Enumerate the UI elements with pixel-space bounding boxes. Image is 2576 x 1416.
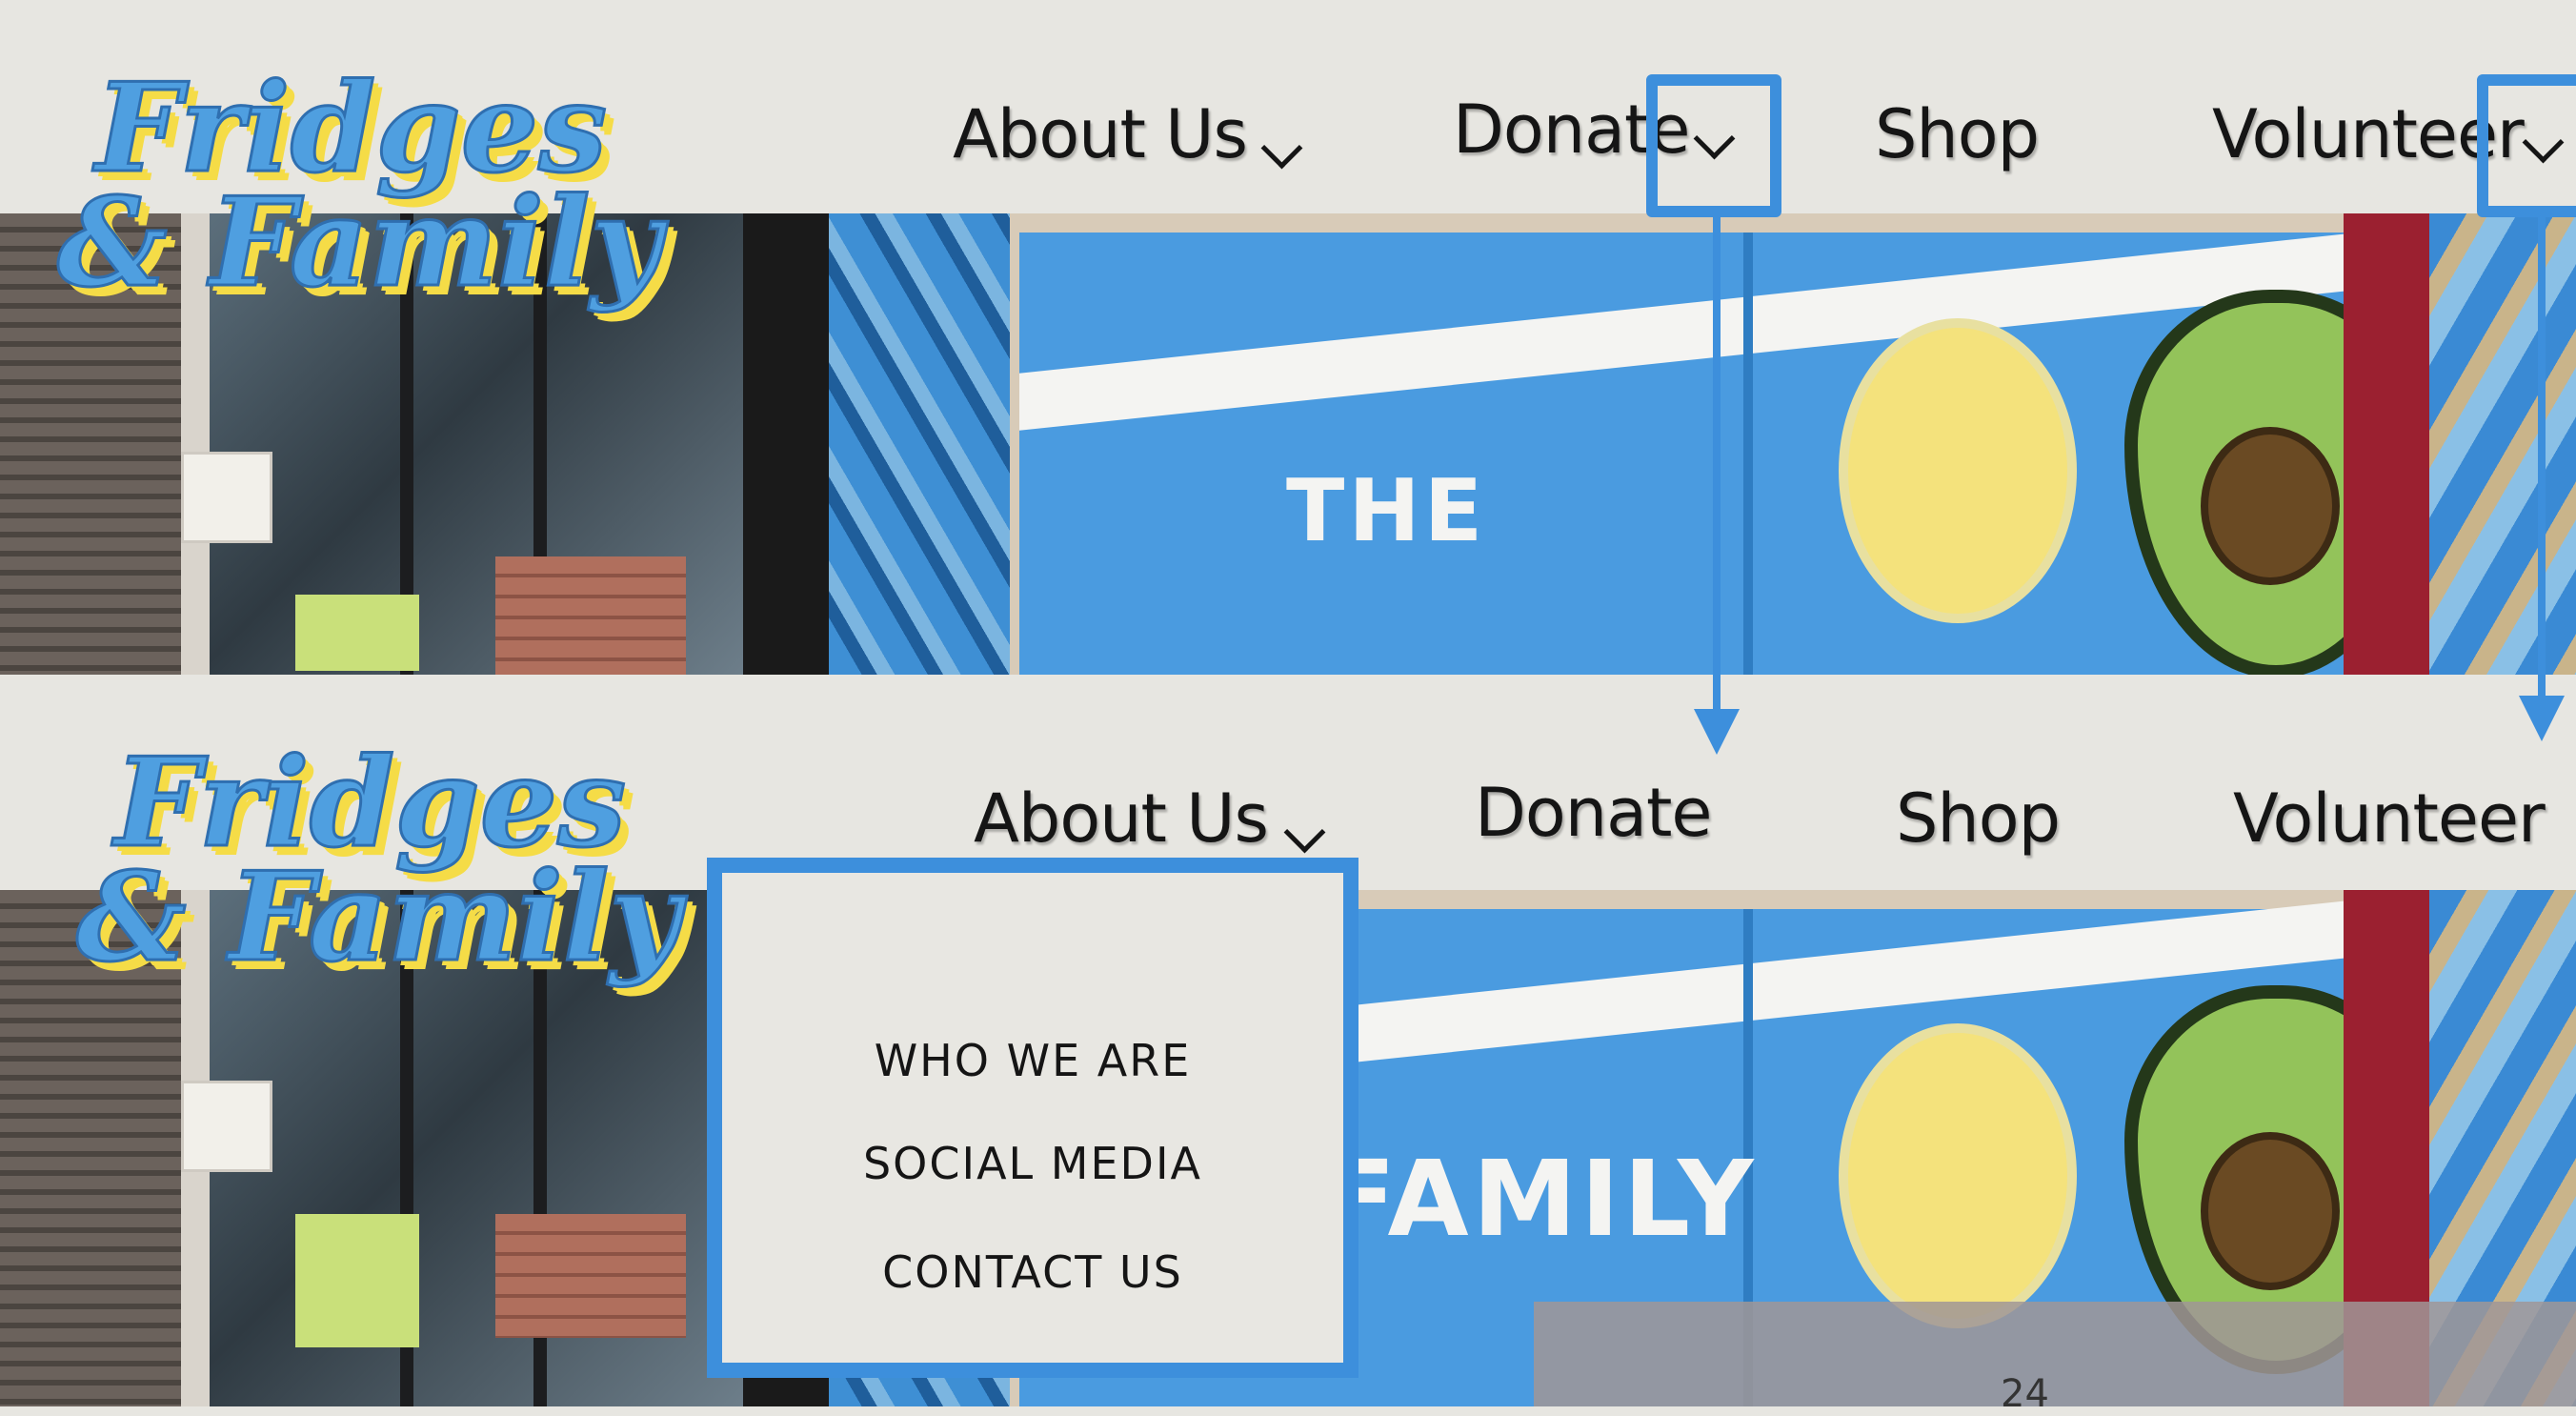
store-sign: [181, 1081, 272, 1172]
store-sign: [181, 452, 272, 543]
lemon-mural: [1839, 1023, 2077, 1328]
donate-chevron-highlight: [1646, 74, 1781, 217]
nav-shop[interactable]: Shop: [1875, 95, 2040, 173]
arrow-line-donate: [1713, 217, 1721, 717]
fridge-text-the: THE: [1286, 461, 1487, 561]
arrow-down-icon: [2519, 696, 2565, 741]
store-poster: [295, 1214, 419, 1347]
page-number: 24: [2001, 1372, 2049, 1416]
header-before-panel: THE About Us Donate Shop Volunteer Fridg…: [0, 0, 2576, 675]
fridge-text-family: FAMILY: [1324, 1138, 1758, 1260]
mosaic-left: [829, 213, 1019, 675]
hero-banner: [1534, 1302, 2576, 1406]
lemon-mural: [1839, 318, 2077, 623]
arrow-line-volunteer: [2538, 217, 2546, 696]
arrow-down-icon: [1694, 709, 1740, 755]
chevron-down-icon[interactable]: [1260, 127, 1303, 170]
dropdown-item-contact-us[interactable]: CONTACT US: [722, 1246, 1343, 1298]
volunteer-chevron-highlight: [2477, 74, 2576, 217]
chevron-down-icon[interactable]: [1283, 811, 1326, 854]
dropdown-item-who-we-are[interactable]: WHO WE ARE: [722, 1035, 1343, 1086]
mosaic-right: [2429, 213, 2576, 675]
nav-volunteer[interactable]: Volunteer: [2233, 779, 2546, 858]
community-fridge: THE: [1019, 225, 2429, 675]
nav-donate[interactable]: Donate: [1475, 774, 1713, 852]
nav-about-us[interactable]: About Us: [974, 779, 1269, 858]
store-poster: [295, 595, 419, 671]
nav-about-us[interactable]: About Us: [953, 95, 1248, 173]
nav-shop[interactable]: Shop: [1896, 779, 2061, 858]
dropdown-item-social-media[interactable]: SOCIAL MEDIA: [722, 1138, 1343, 1189]
about-us-dropdown-menu: WHO WE ARE SOCIAL MEDIA CONTACT US: [707, 858, 1358, 1378]
